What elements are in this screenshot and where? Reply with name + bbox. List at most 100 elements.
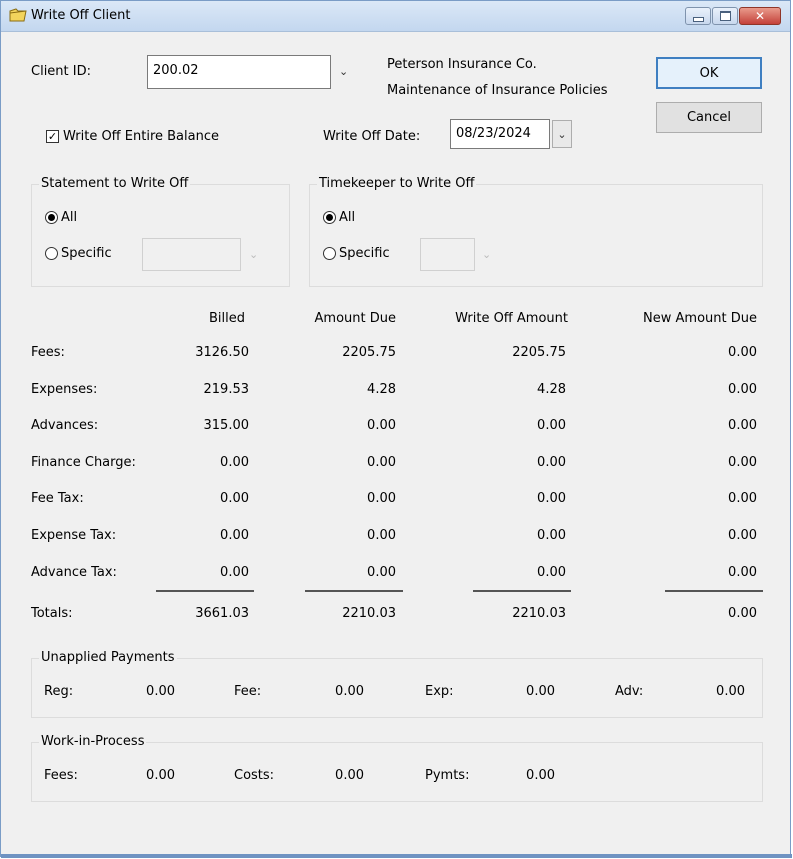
total-rule-due: [305, 590, 403, 592]
total-rule-writeoff: [473, 590, 571, 592]
statement-group: [31, 184, 290, 287]
chevron-down-icon: ⌄: [557, 127, 567, 141]
statement-specific-radio[interactable]: [45, 247, 58, 260]
total-write-off: 2210.03: [512, 606, 566, 621]
new-amount-due-value: 0.00: [728, 382, 757, 397]
statement-all-radio[interactable]: [45, 211, 58, 224]
new-amount-due-value: 0.00: [728, 528, 757, 543]
write-off-date-input[interactable]: 08/23/2024: [450, 119, 550, 149]
header-new-amount-due: New Amount Due: [643, 311, 757, 326]
write-off-value: 2205.75: [512, 345, 566, 360]
write-off-value: 0.00: [537, 491, 566, 506]
amount-due-value: 0.00: [367, 565, 396, 580]
minimize-icon: [692, 16, 704, 22]
minimize-button[interactable]: [685, 7, 711, 25]
row-label: Advances:: [31, 418, 99, 433]
close-button[interactable]: ✕: [739, 7, 781, 25]
row-label: Advance Tax:: [31, 565, 117, 580]
client-name: Peterson Insurance Co.: [387, 57, 537, 72]
billed-value: 0.00: [220, 565, 249, 580]
write-off-value: 4.28: [537, 382, 566, 397]
unapplied-payments-group: [31, 658, 763, 718]
totals-label: Totals:: [31, 606, 73, 621]
unapplied-exp-value: 0.00: [526, 684, 555, 699]
folder-icon: [9, 8, 27, 22]
new-amount-due-value: 0.00: [728, 418, 757, 433]
amount-due-value: 0.00: [367, 455, 396, 470]
billed-value: 3126.50: [195, 345, 249, 360]
timekeeper-group-title: Timekeeper to Write Off: [317, 176, 477, 191]
statement-all-label: All: [61, 210, 78, 225]
window-bottom-border: [1, 854, 792, 858]
work-in-process-group: [31, 742, 763, 802]
timekeeper-all-radio[interactable]: [323, 211, 336, 224]
unapplied-adv-label: Adv:: [615, 684, 644, 699]
amount-due-value: 0.00: [367, 528, 396, 543]
write-off-client-dialog: Write Off Client ✕ Client ID: 200.02 ⌄ P…: [0, 0, 792, 858]
unapplied-reg-label: Reg:: [44, 684, 74, 699]
client-dropdown-chevron-icon[interactable]: ⌄: [339, 65, 348, 78]
wip-fees-label: Fees:: [44, 768, 78, 783]
maximize-button[interactable]: [712, 7, 738, 25]
window-title: Write Off Client: [31, 8, 131, 23]
row-label: Fee Tax:: [31, 491, 84, 506]
statement-group-title: Statement to Write Off: [39, 176, 191, 191]
timekeeper-specific-radio[interactable]: [323, 247, 336, 260]
unapplied-fee-label: Fee:: [234, 684, 262, 699]
write-off-value: 0.00: [537, 565, 566, 580]
write-off-entire-label: Write Off Entire Balance: [63, 129, 219, 144]
timekeeper-group: [309, 184, 763, 287]
billed-value: 0.00: [220, 528, 249, 543]
cancel-button[interactable]: Cancel: [656, 102, 762, 133]
amount-due-value: 0.00: [367, 418, 396, 433]
amount-due-value: 4.28: [367, 382, 396, 397]
new-amount-due-value: 0.00: [728, 491, 757, 506]
maximize-icon: [719, 11, 731, 21]
client-id-label: Client ID:: [31, 64, 91, 79]
total-billed: 3661.03: [195, 606, 249, 621]
write-off-date-label: Write Off Date:: [323, 129, 421, 144]
client-id-input[interactable]: 200.02: [147, 55, 331, 89]
statement-specific-label: Specific: [61, 246, 112, 261]
timekeeper-all-label: All: [339, 210, 356, 225]
header-write-off-amount: Write Off Amount: [455, 311, 568, 326]
wip-pymts-value: 0.00: [526, 768, 555, 783]
new-amount-due-value: 0.00: [728, 565, 757, 580]
timekeeper-dropdown-chevron-icon[interactable]: ⌄: [482, 248, 491, 261]
wip-costs-value: 0.00: [335, 768, 364, 783]
unapplied-payments-title: Unapplied Payments: [39, 650, 177, 665]
header-billed: Billed: [208, 311, 245, 326]
billed-value: 0.00: [220, 455, 249, 470]
statement-specific-select[interactable]: [142, 238, 241, 271]
row-label: Expense Tax:: [31, 528, 117, 543]
date-picker-button[interactable]: ⌄: [552, 120, 572, 148]
wip-pymts-label: Pymts:: [425, 768, 470, 783]
timekeeper-specific-label: Specific: [339, 246, 390, 261]
billed-value: 219.53: [203, 382, 250, 397]
title-bar[interactable]: Write Off Client ✕: [1, 1, 790, 32]
ok-button[interactable]: OK: [656, 57, 762, 89]
timekeeper-specific-select[interactable]: [420, 238, 475, 271]
statement-dropdown-chevron-icon[interactable]: ⌄: [249, 248, 258, 261]
wip-fees-value: 0.00: [146, 768, 175, 783]
amount-due-value: 2205.75: [342, 345, 396, 360]
row-label: Finance Charge:: [31, 455, 136, 470]
total-rule-billed: [156, 590, 254, 592]
total-amount-due: 2210.03: [342, 606, 396, 621]
billed-value: 315.00: [203, 418, 250, 433]
unapplied-reg-value: 0.00: [146, 684, 175, 699]
total-rule-newdue: [665, 590, 763, 592]
new-amount-due-value: 0.00: [728, 345, 757, 360]
header-amount-due: Amount Due: [314, 311, 396, 326]
client-matter: Maintenance of Insurance Policies: [387, 83, 608, 98]
billed-value: 0.00: [220, 491, 249, 506]
unapplied-exp-label: Exp:: [425, 684, 454, 699]
close-icon: ✕: [754, 9, 766, 23]
amount-due-value: 0.00: [367, 491, 396, 506]
write-off-value: 0.00: [537, 528, 566, 543]
write-off-value: 0.00: [537, 418, 566, 433]
new-amount-due-value: 0.00: [728, 455, 757, 470]
row-label: Fees:: [31, 345, 65, 360]
unapplied-adv-value: 0.00: [716, 684, 745, 699]
write-off-entire-checkbox[interactable]: ✓: [46, 130, 59, 143]
